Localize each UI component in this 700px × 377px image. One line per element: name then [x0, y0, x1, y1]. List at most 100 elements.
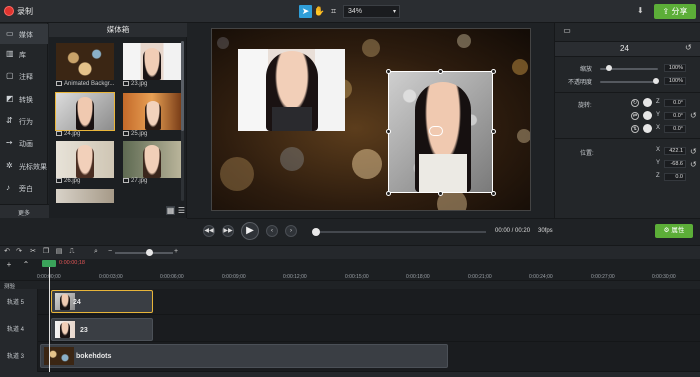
sidebar-item-behavior[interactable]: ⇵ 行为	[0, 111, 48, 131]
resize-handle[interactable]	[386, 69, 391, 74]
behavior-icon: ⇵	[6, 116, 13, 125]
rotation-z-input[interactable]: 0.0°	[664, 99, 686, 107]
zoom-out-icon[interactable]: −	[106, 248, 114, 256]
sidebar-item-animation[interactable]: ➙ 动画	[0, 133, 48, 153]
copy-icon[interactable]: ❐	[42, 248, 50, 256]
magnifier-icon[interactable]: ⌕	[92, 248, 100, 256]
scrub-knob[interactable]	[312, 228, 320, 236]
arrow-select-icon[interactable]: ➤	[299, 5, 312, 18]
reset-rotation-icon[interactable]: ↺	[690, 111, 697, 120]
sidebar-item-transition[interactable]: ◩ 转换	[0, 89, 48, 109]
media-thumb-27[interactable]	[123, 141, 181, 178]
track-label: 轨道 4	[7, 327, 25, 333]
clip-23-on-canvas[interactable]	[238, 49, 345, 131]
rotation-y-input[interactable]: 0.0°	[664, 112, 686, 120]
rotate-x-dial[interactable]	[643, 124, 652, 133]
reset-position-icon[interactable]: ↺	[690, 147, 697, 156]
media-bin-scrollbar[interactable]	[181, 41, 184, 201]
opacity-slider-knob[interactable]	[653, 78, 659, 84]
rotate-y-dial[interactable]	[643, 111, 652, 120]
sidebar-item-library[interactable]: ▥ 库	[0, 44, 48, 64]
sidebar-item-cursor-effect[interactable]: ✲ 光标效果	[0, 156, 48, 176]
paste-icon[interactable]: ▤	[55, 248, 63, 256]
record-icon[interactable]	[4, 6, 14, 16]
resize-handle[interactable]	[491, 69, 496, 74]
resize-handle[interactable]	[438, 191, 443, 196]
timeline-zoom-knob[interactable]	[146, 249, 153, 256]
visual-properties-tab-icon[interactable]: ▭	[560, 26, 574, 38]
media-thumb-23[interactable]	[123, 43, 181, 80]
media-thumb-24[interactable]	[55, 92, 115, 131]
media-thumb-26[interactable]	[56, 141, 114, 178]
ruler-tick: 0:00:03;00	[99, 274, 123, 280]
position-z-input[interactable]: 0.0	[664, 173, 686, 181]
opacity-input[interactable]: 100%	[664, 77, 686, 85]
share-button[interactable]: ⇪ 分享	[654, 4, 696, 19]
play-button[interactable]: ▶	[241, 222, 259, 240]
sidebar-item-annotation[interactable]: ▢ 注释	[0, 66, 48, 86]
media-caption: 25.jpg	[123, 131, 147, 137]
add-track-icon[interactable]: +	[5, 261, 13, 269]
reset-icon[interactable]: ↺	[685, 43, 692, 52]
timeline-zoom-slider[interactable]	[115, 252, 173, 254]
track-header-3[interactable]: 轨道 3	[0, 342, 38, 372]
scrub-bar[interactable]	[313, 231, 486, 233]
media-thumb-28[interactable]	[56, 189, 114, 203]
timeline-scrollbar[interactable]	[0, 372, 700, 377]
scale-input[interactable]: 100%	[664, 64, 686, 72]
playhead-line	[49, 267, 50, 377]
scale-label: 缩放	[580, 67, 593, 73]
split-icon[interactable]: ⎍	[68, 248, 76, 256]
position-x-input[interactable]: 422.1	[664, 147, 686, 155]
clip-23[interactable]: 23	[51, 318, 153, 341]
list-view-icon[interactable]: ☰	[177, 206, 186, 215]
step-forward-icon[interactable]: ▶▶	[222, 225, 234, 237]
zoom-in-icon[interactable]: +	[172, 248, 180, 256]
crop-icon[interactable]: ⌗	[327, 5, 340, 18]
playhead-handle[interactable]	[42, 260, 56, 267]
cut-icon[interactable]: ✂	[29, 248, 37, 256]
hand-pan-icon[interactable]: ✋	[313, 5, 326, 18]
resize-handle[interactable]	[438, 69, 443, 74]
sidebar-item-media[interactable]: ▭ 媒体	[0, 24, 48, 44]
rotation-x-input[interactable]: 0.0°	[664, 125, 686, 133]
clip-bokehdots[interactable]: bokehdots	[40, 344, 448, 368]
track-header-5[interactable]: 轨道 5	[0, 289, 38, 315]
scale-slider-knob[interactable]	[606, 65, 612, 71]
preview-canvas[interactable]	[211, 28, 531, 211]
resize-handle[interactable]	[386, 129, 391, 134]
rotate-z-icon: ↻	[631, 99, 639, 107]
collapse-tracks-icon[interactable]: ⌃	[22, 261, 30, 269]
redo-icon[interactable]: ↷	[15, 248, 23, 256]
properties-button[interactable]: ⚙ 属性	[655, 224, 693, 238]
rotate-z-dial[interactable]	[643, 98, 652, 107]
more-button[interactable]: 更多	[18, 208, 30, 217]
previous-icon[interactable]: ‹	[266, 225, 278, 237]
zoom-dropdown[interactable]: 34% ▾	[343, 5, 400, 18]
download-icon[interactable]: ⬇	[637, 6, 647, 17]
record-label[interactable]: 录制	[17, 6, 33, 17]
reset-position-icon[interactable]: ↺	[690, 160, 697, 169]
next-icon[interactable]: ›	[285, 225, 297, 237]
ruler-tick: 0:00:21;00	[468, 274, 492, 280]
resize-handle[interactable]	[491, 129, 496, 134]
resize-handle[interactable]	[386, 191, 391, 196]
undo-icon[interactable]: ↶	[3, 248, 11, 256]
track-header-4[interactable]: 轨道 4	[0, 315, 38, 342]
rotate-handle-icon[interactable]	[429, 126, 443, 136]
media-thumb-25[interactable]	[123, 93, 181, 130]
step-back-icon[interactable]: ◀◀	[203, 225, 215, 237]
media-thumb-animated-background[interactable]	[56, 43, 114, 80]
opacity-slider[interactable]	[600, 81, 658, 83]
position-y-input[interactable]: -68.6	[664, 160, 686, 168]
fps-display: 30fps	[538, 228, 553, 234]
track-label: 轨道 5	[7, 300, 25, 306]
sidebar-item-narration[interactable]: ♪ 旁白	[0, 178, 48, 198]
resize-handle[interactable]	[491, 191, 496, 196]
position-label: 位置:	[580, 151, 594, 157]
ruler-tick: 0:00:27;00	[591, 274, 615, 280]
clip-24[interactable]: 24	[51, 290, 153, 313]
ruler-tick: 0:00:18;00	[406, 274, 430, 280]
grid-view-icon[interactable]: ▦	[166, 206, 175, 215]
media-caption: 24.jpg	[56, 131, 80, 137]
